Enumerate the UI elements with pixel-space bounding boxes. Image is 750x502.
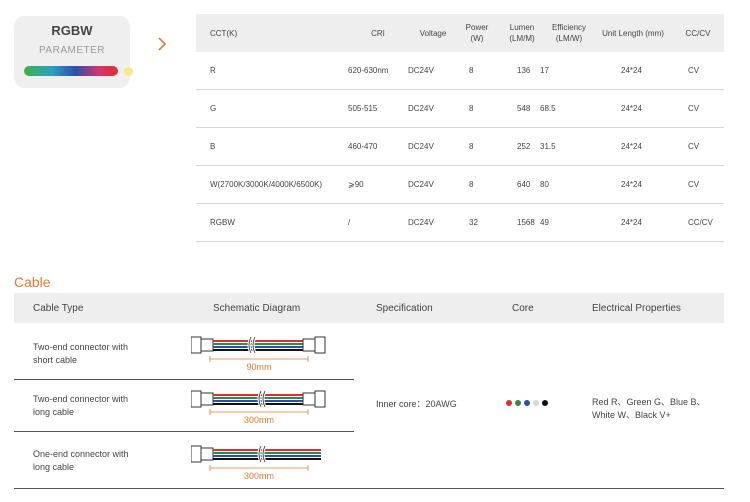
cell-voltage: DC24V [408, 180, 434, 189]
two-end-short-cable-diagram [191, 336, 326, 354]
cell-power: 8 [469, 142, 474, 151]
table-row: R 620-630nm DC24V 8 136 17 24*24 CV [196, 52, 724, 90]
cell-cc-cv: CC/CV [688, 218, 713, 227]
header-specification: Specification [376, 302, 433, 314]
table-row: B 460-470 DC24V 8 252 31.5 24*24 CV [196, 128, 724, 166]
header-cct: CCT(K) [210, 28, 238, 38]
cell-efficiency: 31.5 [540, 142, 556, 151]
table-row: RGBW / DC24V 32 1568 49 24*24 CC/CV [196, 204, 724, 242]
two-end-long-cable-diagram [191, 390, 326, 408]
cell-cri: 505-515 [348, 104, 378, 113]
core-dot-white [533, 400, 539, 406]
chevron-right-icon [158, 37, 167, 51]
cell-cc-cv: CV [688, 142, 700, 151]
cell-cri: / [348, 218, 351, 227]
header-cri: CRI [371, 28, 385, 38]
cable-type-label: Two-end connector with short cable [33, 341, 129, 365]
header-cable-type: Cable Type [33, 302, 84, 314]
cable-type-label: Two-end connector with long cable [33, 393, 129, 417]
cell-power: 8 [469, 180, 474, 189]
cell-cct: RGBW [210, 218, 235, 227]
cell-cri: ⩾90 [348, 180, 364, 189]
cell-voltage: DC24V [408, 218, 434, 227]
cell-power: 8 [469, 104, 474, 113]
table-row: W(2700K/3000K/4000K/6500K) ⩾90 DC24V 8 6… [196, 166, 724, 204]
cell-efficiency: 17 [540, 66, 549, 75]
specification-value: Inner core：20AWG [376, 399, 457, 409]
cell-cct: G [210, 104, 217, 113]
cell-voltage: DC24V [408, 142, 434, 151]
cell-voltage: DC24V [408, 104, 434, 113]
card-subtitle: PARAMETER [39, 45, 105, 56]
white-dot [124, 67, 133, 76]
header-power: Power (W) [465, 23, 489, 43]
cable-table-header: Cable Type Schematic Diagram Specificati… [14, 293, 724, 323]
header-cc-cv: CC/CV [685, 28, 711, 38]
header-core: Core [512, 302, 534, 314]
cell-cct: W(2700K/3000K/4000K/6500K) [210, 180, 323, 189]
core-dot-blue [524, 400, 530, 406]
cell-cri: 460-470 [348, 142, 378, 151]
cell-cct: B [210, 142, 216, 151]
cable-length-label: 90mm [246, 362, 272, 372]
core-dot-green [515, 400, 521, 406]
header-lumen: Lumen (LM/M) [509, 23, 535, 43]
cell-voltage: DC24V [408, 66, 434, 75]
cable-length-label: 300mm [243, 415, 274, 425]
cell-power: 32 [469, 218, 478, 227]
table-row: G 505-515 DC24V 8 548 68.5 24*24 CV [196, 90, 724, 128]
core-dot-red [506, 400, 512, 406]
one-end-long-cable-diagram [191, 445, 321, 463]
cell-efficiency: 80 [540, 180, 549, 189]
electrical-properties-value: Red R、Green G、Blue B、White W、Black V+ [592, 397, 706, 420]
cell-cc-cv: CV [688, 180, 700, 189]
cable-type-label: One-end connector with long cable [33, 448, 129, 472]
cell-cc-cv: CV [688, 66, 700, 75]
parameter-table: CCT(K) CRI Voltage Power (W) Lumen (LM/M… [196, 14, 724, 242]
cell-efficiency: 49 [540, 218, 549, 227]
cell-cri: 620-630nm [348, 66, 389, 75]
cell-cc-cv: CV [688, 104, 700, 113]
card-title: RGBW [51, 23, 93, 38]
parameter-table-header: CCT(K) CRI Voltage Power (W) Lumen (LM/M… [196, 14, 724, 52]
header-efficiency: Efficiency (LM/W) [551, 23, 587, 43]
cell-cct: R [210, 66, 216, 75]
header-schematic: Schematic Diagram [213, 302, 301, 314]
cable-length-label: 300mm [243, 471, 274, 481]
rgb-gradient-bar [24, 66, 118, 76]
cable-section-title: Cable [14, 274, 51, 290]
core-dot-black [542, 400, 548, 406]
cell-power: 8 [469, 66, 474, 75]
header-electrical: Electrical Properties [592, 302, 681, 314]
header-voltage: Voltage [419, 28, 447, 38]
cable-table: Cable Type Schematic Diagram Specificati… [14, 293, 724, 490]
parameter-card: RGBW PARAMETER [14, 16, 133, 88]
table-bottom-divider [14, 488, 724, 489]
cell-efficiency: 68.5 [540, 104, 556, 113]
core-color-dots [506, 400, 556, 408]
header-unit-length: Unit Length (mm) [602, 28, 664, 38]
